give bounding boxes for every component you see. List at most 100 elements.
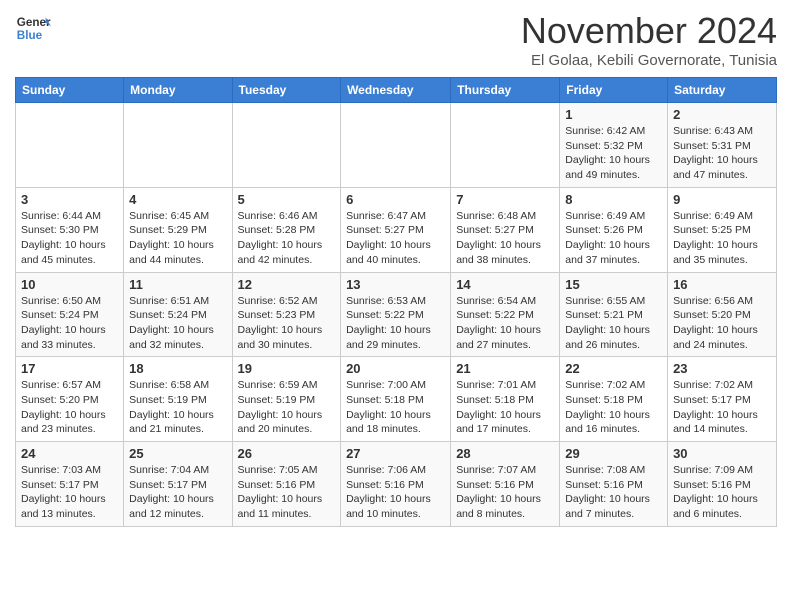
calendar-cell: 25 Sunrise: 7:04 AM Sunset: 5:17 PM Dayli… (124, 442, 232, 527)
day-info: Sunrise: 6:44 AM Sunset: 5:30 PM Dayligh… (21, 209, 118, 268)
day-info: Sunrise: 6:59 AM Sunset: 5:19 PM Dayligh… (238, 378, 336, 437)
calendar-cell: 30 Sunrise: 7:09 AM Sunset: 5:16 PM Dayli… (668, 442, 777, 527)
day-number: 2 (673, 107, 771, 122)
week-row-1: 1 Sunrise: 6:42 AM Sunset: 5:32 PM Daylig… (16, 103, 777, 188)
calendar-cell: 29 Sunrise: 7:08 AM Sunset: 5:16 PM Dayli… (560, 442, 668, 527)
calendar-cell: 5 Sunrise: 6:46 AM Sunset: 5:28 PM Daylig… (232, 187, 341, 272)
day-number: 9 (673, 192, 771, 207)
calendar-cell: 19 Sunrise: 6:59 AM Sunset: 5:19 PM Dayli… (232, 357, 341, 442)
calendar-cell: 23 Sunrise: 7:02 AM Sunset: 5:17 PM Dayli… (668, 357, 777, 442)
month-title: November 2024 (521, 10, 777, 52)
calendar-cell: 2 Sunrise: 6:43 AM Sunset: 5:31 PM Daylig… (668, 103, 777, 188)
weekday-header-monday: Monday (124, 78, 232, 103)
day-info: Sunrise: 6:46 AM Sunset: 5:28 PM Dayligh… (238, 209, 336, 268)
day-info: Sunrise: 6:49 AM Sunset: 5:26 PM Dayligh… (565, 209, 662, 268)
day-number: 8 (565, 192, 662, 207)
day-number: 19 (238, 361, 336, 376)
weekday-header-row: SundayMondayTuesdayWednesdayThursdayFrid… (16, 78, 777, 103)
calendar-cell (451, 103, 560, 188)
day-info: Sunrise: 6:49 AM Sunset: 5:25 PM Dayligh… (673, 209, 771, 268)
day-number: 6 (346, 192, 445, 207)
weekday-header-tuesday: Tuesday (232, 78, 341, 103)
week-row-3: 10 Sunrise: 6:50 AM Sunset: 5:24 PM Dayli… (16, 272, 777, 357)
calendar-cell (232, 103, 341, 188)
calendar-cell: 8 Sunrise: 6:49 AM Sunset: 5:26 PM Daylig… (560, 187, 668, 272)
day-info: Sunrise: 7:09 AM Sunset: 5:16 PM Dayligh… (673, 463, 771, 522)
day-number: 17 (21, 361, 118, 376)
day-info: Sunrise: 6:51 AM Sunset: 5:24 PM Dayligh… (129, 294, 226, 353)
day-info: Sunrise: 6:52 AM Sunset: 5:23 PM Dayligh… (238, 294, 336, 353)
day-info: Sunrise: 7:04 AM Sunset: 5:17 PM Dayligh… (129, 463, 226, 522)
day-info: Sunrise: 7:03 AM Sunset: 5:17 PM Dayligh… (21, 463, 118, 522)
day-number: 24 (21, 446, 118, 461)
day-number: 7 (456, 192, 554, 207)
calendar-cell (124, 103, 232, 188)
day-info: Sunrise: 6:55 AM Sunset: 5:21 PM Dayligh… (565, 294, 662, 353)
day-number: 23 (673, 361, 771, 376)
day-info: Sunrise: 7:06 AM Sunset: 5:16 PM Dayligh… (346, 463, 445, 522)
calendar-cell: 13Sunrise: 6:53 AM Sunset: 5:22 PM Dayli… (341, 272, 451, 357)
svg-text:Blue: Blue (17, 29, 43, 42)
day-number: 15 (565, 277, 662, 292)
calendar-cell: 7Sunrise: 6:48 AM Sunset: 5:27 PM Daylig… (451, 187, 560, 272)
calendar-cell (16, 103, 124, 188)
calendar-cell: 14 Sunrise: 6:54 AM Sunset: 5:22 PM Dayli… (451, 272, 560, 357)
calendar-cell: 15 Sunrise: 6:55 AM Sunset: 5:21 PM Dayli… (560, 272, 668, 357)
day-info: Sunrise: 6:53 AM Sunset: 5:22 PM Dayligh… (346, 294, 445, 353)
day-info: Sunrise: 6:58 AM Sunset: 5:19 PM Dayligh… (129, 378, 226, 437)
calendar: SundayMondayTuesdayWednesdayThursdayFrid… (15, 77, 777, 527)
day-number: 27 (346, 446, 445, 461)
day-info: Sunrise: 7:05 AM Sunset: 5:16 PM Dayligh… (238, 463, 336, 522)
day-number: 21 (456, 361, 554, 376)
day-info: Sunrise: 7:01 AM Sunset: 5:18 PM Dayligh… (456, 378, 554, 437)
calendar-cell: 24 Sunrise: 7:03 AM Sunset: 5:17 PM Dayli… (16, 442, 124, 527)
day-number: 18 (129, 361, 226, 376)
day-number: 4 (129, 192, 226, 207)
day-number: 14 (456, 277, 554, 292)
calendar-cell: 10 Sunrise: 6:50 AM Sunset: 5:24 PM Dayli… (16, 272, 124, 357)
calendar-cell: 1 Sunrise: 6:42 AM Sunset: 5:32 PM Daylig… (560, 103, 668, 188)
week-row-2: 3Sunrise: 6:44 AM Sunset: 5:30 PM Daylig… (16, 187, 777, 272)
calendar-cell: 6 Sunrise: 6:47 AM Sunset: 5:27 PM Daylig… (341, 187, 451, 272)
calendar-cell: 21 Sunrise: 7:01 AM Sunset: 5:18 PM Dayli… (451, 357, 560, 442)
day-number: 26 (238, 446, 336, 461)
calendar-cell: 27 Sunrise: 7:06 AM Sunset: 5:16 PM Dayli… (341, 442, 451, 527)
day-number: 20 (346, 361, 445, 376)
calendar-cell: 16 Sunrise: 6:56 AM Sunset: 5:20 PM Dayli… (668, 272, 777, 357)
day-info: Sunrise: 6:43 AM Sunset: 5:31 PM Dayligh… (673, 124, 771, 183)
weekday-header-wednesday: Wednesday (341, 78, 451, 103)
logo: General Blue (15, 10, 51, 46)
calendar-cell: 20 Sunrise: 7:00 AM Sunset: 5:18 PM Dayli… (341, 357, 451, 442)
logo-icon: General Blue (15, 10, 51, 46)
day-number: 30 (673, 446, 771, 461)
day-info: Sunrise: 6:42 AM Sunset: 5:32 PM Dayligh… (565, 124, 662, 183)
day-info: Sunrise: 6:47 AM Sunset: 5:27 PM Dayligh… (346, 209, 445, 268)
calendar-cell: 17 Sunrise: 6:57 AM Sunset: 5:20 PM Dayli… (16, 357, 124, 442)
calendar-cell: 26 Sunrise: 7:05 AM Sunset: 5:16 PM Dayli… (232, 442, 341, 527)
day-number: 1 (565, 107, 662, 122)
calendar-cell: 9 Sunrise: 6:49 AM Sunset: 5:25 PM Daylig… (668, 187, 777, 272)
day-number: 10 (21, 277, 118, 292)
page-header: General Blue November 2024 El Golaa, Keb… (15, 10, 777, 69)
calendar-cell: 3Sunrise: 6:44 AM Sunset: 5:30 PM Daylig… (16, 187, 124, 272)
day-info: Sunrise: 7:02 AM Sunset: 5:18 PM Dayligh… (565, 378, 662, 437)
day-number: 25 (129, 446, 226, 461)
day-number: 16 (673, 277, 771, 292)
day-number: 5 (238, 192, 336, 207)
day-info: Sunrise: 6:57 AM Sunset: 5:20 PM Dayligh… (21, 378, 118, 437)
calendar-body: 1 Sunrise: 6:42 AM Sunset: 5:32 PM Daylig… (16, 103, 777, 527)
subtitle: El Golaa, Kebili Governorate, Tunisia (521, 52, 777, 69)
calendar-cell: 4Sunrise: 6:45 AM Sunset: 5:29 PM Daylig… (124, 187, 232, 272)
day-info: Sunrise: 7:00 AM Sunset: 5:18 PM Dayligh… (346, 378, 445, 437)
day-info: Sunrise: 6:50 AM Sunset: 5:24 PM Dayligh… (21, 294, 118, 353)
day-info: Sunrise: 6:54 AM Sunset: 5:22 PM Dayligh… (456, 294, 554, 353)
weekday-header-thursday: Thursday (451, 78, 560, 103)
day-number: 29 (565, 446, 662, 461)
day-number: 28 (456, 446, 554, 461)
day-info: Sunrise: 6:56 AM Sunset: 5:20 PM Dayligh… (673, 294, 771, 353)
day-number: 11 (129, 277, 226, 292)
title-block: November 2024 El Golaa, Kebili Governora… (521, 10, 777, 69)
day-info: Sunrise: 7:02 AM Sunset: 5:17 PM Dayligh… (673, 378, 771, 437)
week-row-4: 17 Sunrise: 6:57 AM Sunset: 5:20 PM Dayli… (16, 357, 777, 442)
day-info: Sunrise: 7:08 AM Sunset: 5:16 PM Dayligh… (565, 463, 662, 522)
